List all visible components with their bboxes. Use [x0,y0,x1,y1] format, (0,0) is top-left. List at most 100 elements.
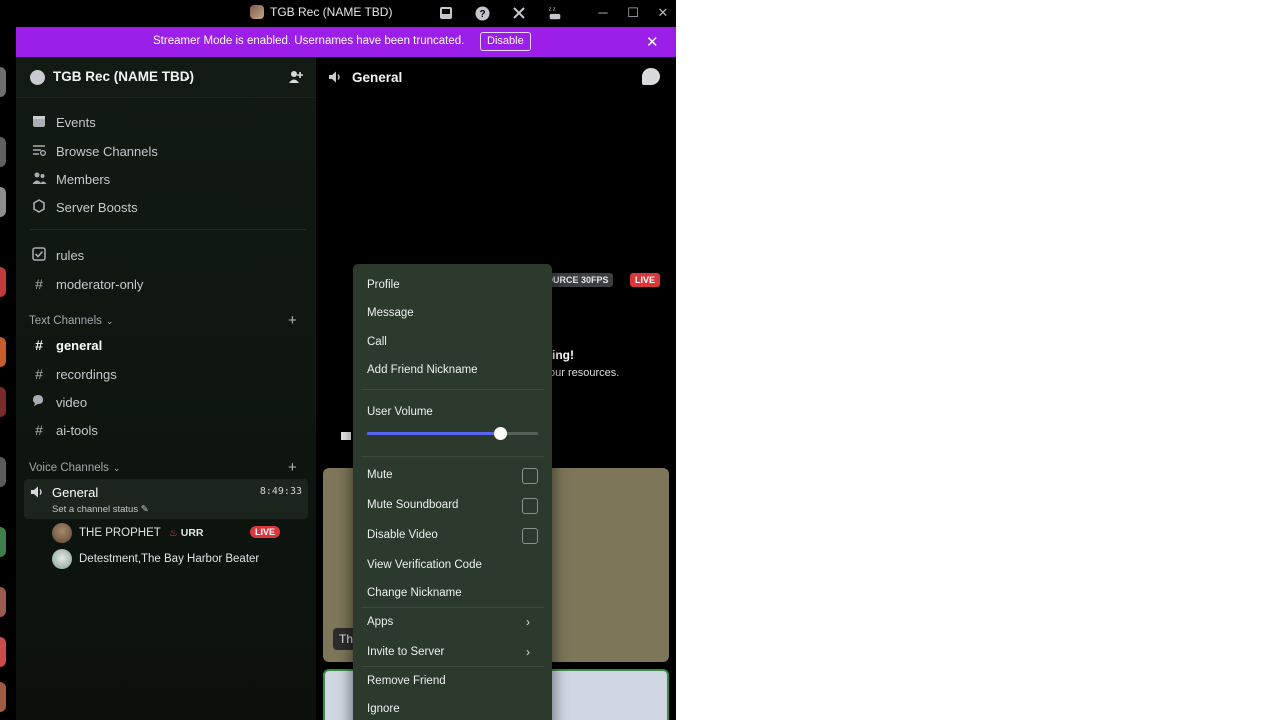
rules-label: rules [56,247,85,263]
voice-member[interactable]: THE PROPHET ♨ URR LIVE [52,522,281,544]
channel-recordings[interactable]: # recordings [24,361,308,387]
server-icon[interactable] [0,267,6,297]
channel-ai-tools[interactable]: # ai-tools [24,417,308,443]
volume-fill [367,432,501,435]
banner-close-icon[interactable]: ✕ [646,33,659,51]
speaker-icon [30,485,44,502]
voice-channel-name: General [52,485,99,500]
user-context-menu: Profile Message Call Add Friend Nickname… [353,264,552,720]
member-name: Detestment,The Bay Harbor Beater [79,553,260,565]
window-title: TGB Rec (NAME TBD) [250,5,392,19]
menu-item-disable-video[interactable]: Disable Video [367,529,438,541]
volume-thumb[interactable] [494,427,508,440]
server-header[interactable]: TGB Rec (NAME TBD) ⌄ [16,57,316,98]
close-button[interactable]: ✕ [653,4,673,22]
empty-background [676,0,1280,720]
channel-rules[interactable]: rules [24,242,308,268]
server-rail [0,57,16,720]
create-text-channel-icon[interactable]: + [288,312,297,329]
devtools-icon[interactable] [511,5,527,21]
member-name: THE PROPHET [79,527,161,539]
menu-item-remove-friend[interactable]: Remove Friend [367,675,446,687]
channel-general[interactable]: # general [24,332,308,358]
rules-icon [30,246,48,264]
voice-timer: 8:49:33 [259,486,302,497]
maximize-button[interactable]: ☐ [623,4,643,22]
screen-icon [341,432,351,440]
chevron-down-icon: ⌄ [112,462,121,473]
invite-people-icon[interactable] [288,69,303,87]
menu-item-message[interactable]: Message [367,307,414,319]
server-icon[interactable] [0,457,6,487]
server-icon[interactable] [0,67,6,97]
speaker-icon [328,70,342,87]
moderator-only-label: moderator-only [56,276,144,292]
channel-sidebar: TGB Rec (NAME TBD) ⌄ Events Browse Chann… [16,57,316,720]
mute-soundboard-checkbox[interactable] [522,498,538,514]
help-icon[interactable]: ? [474,5,490,21]
inbox-icon[interactable] [438,5,454,21]
channel-video[interactable]: video [24,389,308,415]
server-icon[interactable] [0,682,6,712]
chevron-right-icon: › [526,645,530,659]
menu-item-ignore[interactable]: Ignore [367,703,400,715]
general-label: general [56,337,103,353]
svg-text:z z: z z [549,6,556,12]
voice-channels-label: Voice Channels [29,462,109,474]
channel-header-name: General [352,70,403,85]
server-icon[interactable] [0,187,6,217]
chat-icon[interactable] [642,68,660,85]
menu-item-mute[interactable]: Mute [367,469,393,481]
menu-item-call[interactable]: Call [367,336,387,348]
chevron-down-icon: ⌄ [105,315,114,326]
minimize-button[interactable]: ─ [593,4,613,22]
server-name: TGB Rec (NAME TBD) [53,69,194,84]
streamer-mode-banner: Streamer Mode is enabled. Usernames have… [16,27,676,57]
menu-item-mute-soundboard[interactable]: Mute Soundboard [367,499,458,511]
browse-icon [30,143,48,160]
channel-status[interactable]: Set a channel status ✎ [52,504,149,515]
hash-icon: # [35,337,43,353]
menu-separator [361,666,544,667]
menu-item-apps[interactable]: Apps [367,616,393,628]
server-icon[interactable] [0,587,6,617]
menu-item-view-verification-code[interactable]: View Verification Code [367,559,482,571]
channel-moderator-only[interactable]: # moderator-only [24,271,308,297]
server-icon[interactable] [0,527,6,557]
server-icon[interactable] [0,387,6,417]
disable-video-checkbox[interactable] [522,528,538,544]
server-icon[interactable] [0,137,6,167]
server-icon[interactable] [0,337,6,367]
voice-member[interactable]: Detestment,The Bay Harbor Beater [52,548,259,570]
menu-item-invite-to-server[interactable]: Invite to Server [367,646,444,658]
browse-channels-nav-item[interactable]: Browse Channels [24,138,308,164]
server-icon [30,70,45,85]
menu-item-profile[interactable]: Profile [367,279,400,291]
menu-separator [361,456,544,457]
title-bar: TGB Rec (NAME TBD) ? z z ─ ☐ ✕ [0,0,676,27]
server-icon[interactable] [0,637,6,667]
boost-icon [30,198,48,216]
disable-streamer-mode-button[interactable]: Disable [480,32,531,51]
menu-item-change-nickname[interactable]: Change Nickname [367,587,462,599]
events-label: Events [56,114,96,130]
window-title-text: TGB Rec (NAME TBD) [270,5,393,19]
members-icon [30,171,48,188]
voice-channels-category[interactable]: Voice Channels ⌄ [29,462,120,474]
members-nav-item[interactable]: Members [24,166,308,192]
pencil-icon: ✎ [140,504,149,515]
events-nav-item[interactable]: Events [24,109,308,135]
sleep-icon[interactable]: z z [547,5,563,21]
mute-checkbox[interactable] [522,468,538,484]
recordings-label: recordings [56,366,117,382]
voice-channel-general[interactable]: General 8:49:33 Set a channel status ✎ [24,479,308,519]
menu-item-add-friend-nickname[interactable]: Add Friend Nickname [367,364,478,376]
text-channels-category[interactable]: Text Channels ⌄ [29,315,113,327]
user-volume-slider[interactable] [367,427,538,440]
menu-separator [361,389,544,390]
sidebar-divider [30,229,306,230]
server-boosts-nav-item[interactable]: Server Boosts [24,194,308,220]
discord-window: TGB Rec (NAME TBD) ? z z ─ ☐ ✕ Streamer … [0,0,676,720]
create-voice-channel-icon[interactable]: + [288,459,297,476]
stream-quality-tag: OURCE 30FPS [542,273,613,287]
